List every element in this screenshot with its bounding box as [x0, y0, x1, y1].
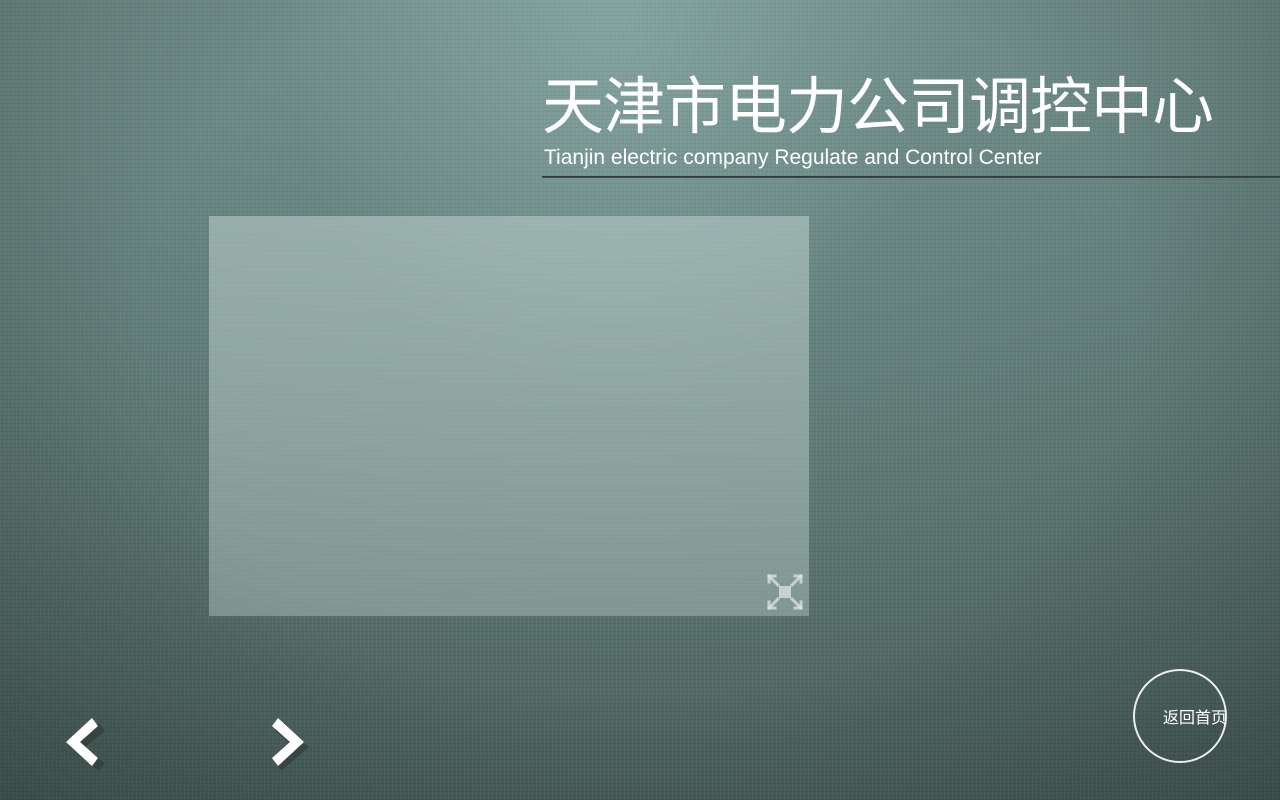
next-button[interactable]	[266, 718, 310, 771]
fullscreen-expand-icon	[766, 573, 804, 611]
chevron-left-icon	[66, 718, 105, 771]
media-viewer-panel[interactable]	[209, 216, 809, 616]
header-divider	[542, 176, 1280, 178]
fullscreen-button[interactable]	[763, 570, 807, 614]
page-subtitle: Tianjin electric company Regulate and Co…	[544, 146, 1042, 169]
previous-button[interactable]	[64, 718, 108, 771]
page-title: 天津市电力公司调控中心	[542, 70, 1214, 143]
page-header: 天津市电力公司调控中心 Tianjin electric company Reg…	[542, 68, 1280, 178]
chevron-right-icon	[272, 718, 309, 771]
home-button[interactable]: 返回首页	[1133, 669, 1227, 763]
home-button-label: 返回首页	[1163, 708, 1228, 727]
